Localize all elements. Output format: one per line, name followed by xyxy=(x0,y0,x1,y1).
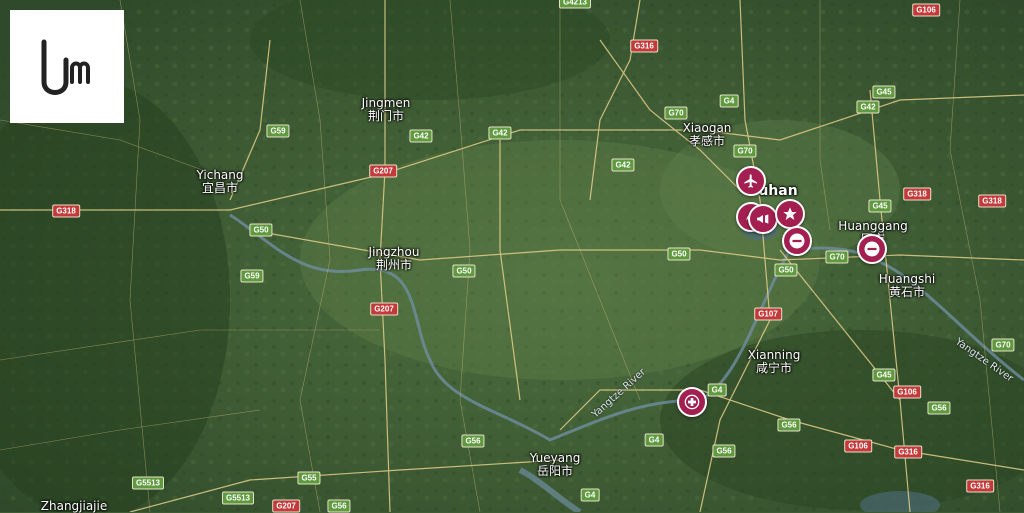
city-yichang: Yichang 宜昌市 xyxy=(196,168,244,195)
road-shield: G45 xyxy=(872,368,896,382)
road-shield: G318 xyxy=(978,194,1006,208)
city-jingzhou: Jingzhou 荆州市 xyxy=(368,245,420,272)
road-shield: G4 xyxy=(580,488,600,502)
no-entry-icon xyxy=(864,241,880,257)
airport-marker[interactable] xyxy=(736,166,766,196)
road-shield: G59 xyxy=(266,124,290,138)
city-xianning: Xianning 咸宁市 xyxy=(747,348,801,375)
road-shield: G56 xyxy=(461,434,485,448)
road-shield: G50 xyxy=(452,264,476,278)
no-entry-icon xyxy=(789,233,805,249)
road-shield: G318 xyxy=(52,204,80,218)
road-shield: G56 xyxy=(927,401,951,415)
road-shield: G45 xyxy=(868,199,892,213)
city-zhangjiajie: Zhangjiajie xyxy=(40,499,108,513)
no-entry-marker-2[interactable] xyxy=(857,234,887,264)
airplane-icon xyxy=(744,174,757,188)
road-shield: G207 xyxy=(369,164,397,178)
road-shield: G56 xyxy=(327,499,351,513)
megaphone-icon xyxy=(757,214,769,224)
road-shield: G59 xyxy=(240,269,264,283)
road-shield: G70 xyxy=(733,144,757,158)
road-shield: G56 xyxy=(712,444,736,458)
road-shield: G316 xyxy=(630,39,658,53)
city-xiaogan: Xiaogan 孝感市 xyxy=(682,121,732,148)
road-shield: G42 xyxy=(409,129,433,143)
road-shield: G42 xyxy=(488,126,512,140)
road-shield: G50 xyxy=(774,263,798,277)
city-yueyang: Yueyang 岳阳市 xyxy=(529,451,581,478)
road-shield: G4213 xyxy=(558,0,592,9)
road-shield: G4 xyxy=(719,94,739,108)
star-icon xyxy=(783,207,797,220)
road-shield: G107 xyxy=(754,307,782,321)
road-shield: G4 xyxy=(644,433,664,447)
road-shield: G316 xyxy=(894,445,922,459)
road-shield: G70 xyxy=(825,250,849,264)
road-shield: G70 xyxy=(664,106,688,120)
road-shield: G207 xyxy=(370,302,398,316)
road-shield: G106 xyxy=(844,439,872,453)
star-marker[interactable] xyxy=(775,199,805,229)
um-logo-icon xyxy=(41,39,90,95)
road-shield: G42 xyxy=(856,100,880,114)
road-shield: G42 xyxy=(611,158,635,172)
medical-marker[interactable] xyxy=(677,387,707,417)
road-shield: G106 xyxy=(893,385,921,399)
medical-cross-icon xyxy=(684,394,700,410)
road-shield: G106 xyxy=(912,3,940,17)
road-shield: G316 xyxy=(966,479,994,493)
satellite-map[interactable]: Jingmen 荆门市 Yichang 宜昌市 Jingzhou 荆州市 Xiaoga… xyxy=(0,0,1024,513)
road-shield: G207 xyxy=(272,499,300,513)
road-shield: G45 xyxy=(872,85,896,99)
logo-box[interactable] xyxy=(10,10,124,123)
city-jingmen: Jingmen 荆门市 xyxy=(361,96,411,123)
road-shield: G56 xyxy=(777,418,801,432)
road-shield: G5513 xyxy=(131,476,165,490)
road-shield: G4 xyxy=(707,383,727,397)
road-shield: G5513 xyxy=(221,491,255,505)
road-shield: G50 xyxy=(667,247,691,261)
megaphone-marker[interactable] xyxy=(748,204,778,234)
road-shield: G318 xyxy=(903,187,931,201)
road-shield: G50 xyxy=(249,223,273,237)
no-entry-marker-1[interactable] xyxy=(782,226,812,256)
road-shield: G55 xyxy=(297,471,321,485)
road-shield: G70 xyxy=(991,338,1015,352)
city-huangshi: Huangshi 黄石市 xyxy=(878,272,936,299)
